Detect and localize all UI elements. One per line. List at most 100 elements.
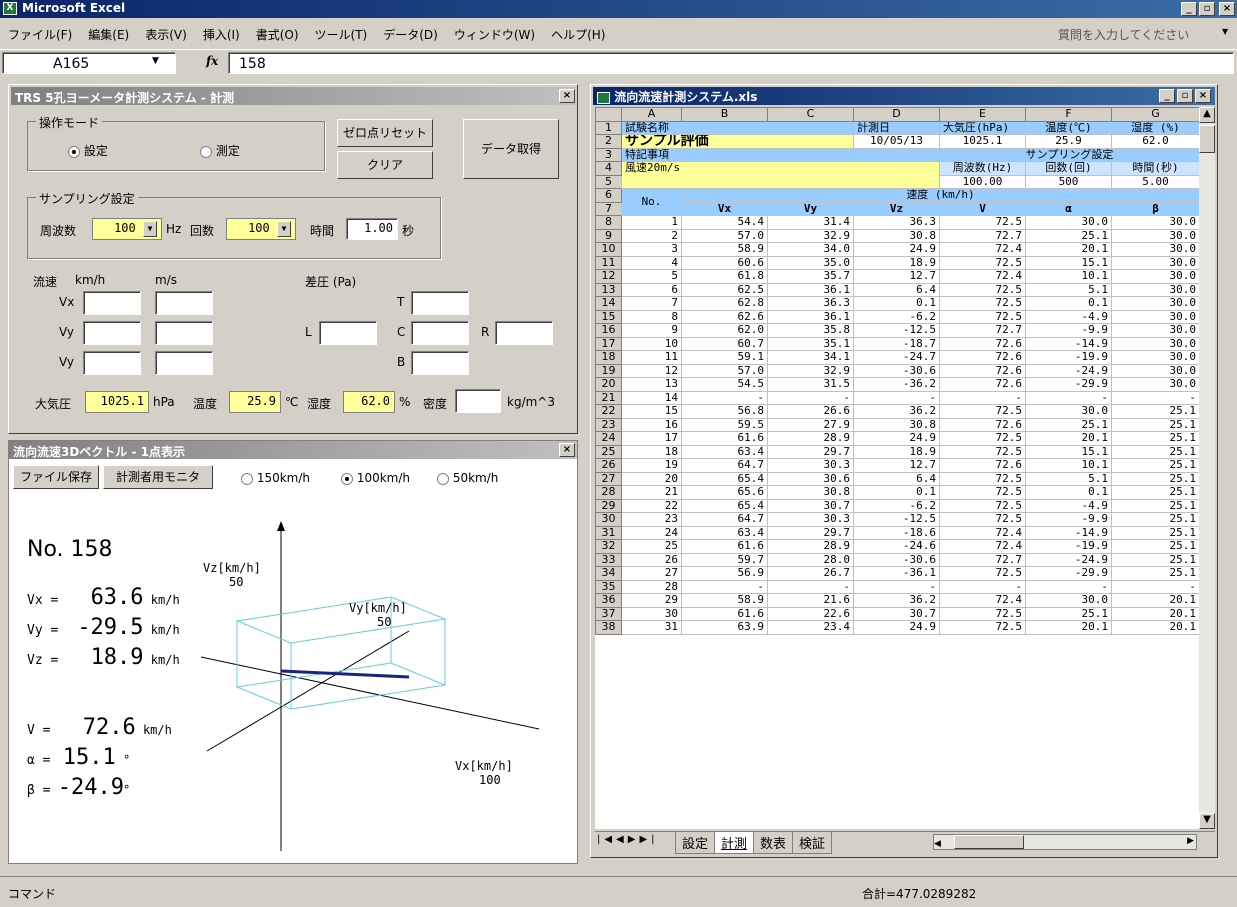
table-cell[interactable]: 72.4 [939, 242, 1026, 257]
row-header[interactable]: 30 [595, 512, 622, 527]
cell-freq-label[interactable]: 周波数(Hz) [939, 161, 1026, 176]
table-cell[interactable]: 30.3 [767, 512, 854, 527]
table-cell[interactable]: 26.7 [767, 566, 854, 581]
table-cell[interactable]: 62.8 [681, 296, 768, 311]
table-cell[interactable]: 30.0 [1111, 377, 1199, 392]
wb-close-button[interactable]: × [1195, 89, 1211, 103]
wb-restore-button[interactable]: ▫ [1177, 89, 1193, 103]
row-header[interactable]: 14 [595, 296, 622, 311]
chevron-down-icon[interactable]: ▼ [143, 220, 157, 237]
vy-kmh-field[interactable] [83, 321, 141, 345]
menu-item[interactable]: データ(D) [383, 26, 438, 43]
save-file-button[interactable]: ファイル保存 [13, 465, 99, 489]
table-cell[interactable]: 20.1 [1025, 431, 1112, 446]
menu-item[interactable]: ファイル(F) [8, 26, 72, 43]
row-header[interactable]: 33 [595, 552, 622, 567]
column-header[interactable]: B [681, 107, 768, 122]
table-cell[interactable]: 35.1 [767, 336, 854, 351]
table-cell[interactable]: 25.1 [1111, 498, 1199, 513]
table-cell[interactable]: 30.6 [767, 471, 854, 486]
temp-field[interactable]: 25.9 [229, 391, 281, 413]
cell-humid-label[interactable]: 湿度 (%) [1111, 120, 1199, 135]
table-cell[interactable]: 24.9 [853, 431, 940, 446]
menu-item[interactable]: ウィンドウ(W) [454, 26, 535, 43]
table-cell[interactable]: 15.1 [1025, 255, 1112, 270]
row-header[interactable]: 16 [595, 323, 622, 338]
row-header[interactable]: 36 [595, 593, 622, 608]
cell-no-label[interactable]: No. [621, 188, 682, 216]
table-cell[interactable]: 72.7 [939, 228, 1026, 243]
table-cell[interactable]: 9 [621, 323, 682, 338]
table-cell[interactable]: - [939, 390, 1026, 405]
table-cell[interactable]: -4.9 [1025, 498, 1112, 513]
table-cell[interactable]: 25.1 [1111, 512, 1199, 527]
row-header[interactable]: 10 [595, 242, 622, 257]
table-cell[interactable]: -36.2 [853, 377, 940, 392]
table-cell[interactable]: 10 [621, 336, 682, 351]
table-cell[interactable]: 35.8 [767, 323, 854, 338]
table-cell[interactable]: 59.1 [681, 350, 768, 365]
table-cell[interactable]: 56.9 [681, 566, 768, 581]
speed-column-label[interactable]: Vz [853, 201, 940, 216]
hscroll-thumb[interactable] [954, 835, 1024, 849]
table-cell[interactable]: 25.1 [1025, 606, 1112, 621]
restore-button[interactable]: ▫ [1199, 2, 1215, 16]
row-header[interactable]: 24 [595, 431, 622, 446]
row-header[interactable]: 18 [595, 350, 622, 365]
table-cell[interactable]: 5.1 [1025, 471, 1112, 486]
row-header[interactable]: 31 [595, 525, 622, 540]
column-header[interactable]: F [1025, 107, 1112, 122]
row-header[interactable]: 19 [595, 363, 622, 378]
table-cell[interactable]: 72.5 [939, 512, 1026, 527]
zero-reset-button[interactable]: ゼロ点リセット [337, 119, 433, 147]
speed-column-label[interactable]: V [939, 201, 1026, 216]
table-cell[interactable]: 26 [621, 552, 682, 567]
table-cell[interactable]: 14 [621, 390, 682, 405]
table-cell[interactable]: 25.1 [1111, 566, 1199, 581]
table-cell[interactable]: 15 [621, 404, 682, 419]
cell-count[interactable]: 500 [1025, 174, 1112, 189]
table-cell[interactable]: 36.3 [853, 215, 940, 230]
table-cell[interactable]: 54.4 [681, 215, 768, 230]
cell-test-name[interactable]: サンプル評価 [621, 134, 854, 149]
table-cell[interactable]: 72.5 [939, 215, 1026, 230]
table-cell[interactable]: -6.2 [853, 309, 940, 324]
row-header[interactable]: 27 [595, 471, 622, 486]
table-cell[interactable]: 72.6 [939, 363, 1026, 378]
tab-2[interactable]: 数表 [753, 832, 794, 854]
table-cell[interactable]: 29.7 [767, 525, 854, 540]
table-cell[interactable]: 25.1 [1025, 228, 1112, 243]
row-header[interactable]: 9 [595, 228, 622, 243]
table-cell[interactable]: 72.5 [939, 566, 1026, 581]
cell-notes-label[interactable]: 特記事項 [621, 147, 940, 162]
table-cell[interactable]: -36.1 [853, 566, 940, 581]
l-field[interactable] [319, 321, 377, 345]
table-cell[interactable]: 5 [621, 269, 682, 284]
row-header[interactable]: 38 [595, 620, 622, 635]
table-cell[interactable]: 61.6 [681, 431, 768, 446]
table-cell[interactable]: 30 [621, 606, 682, 621]
table-cell[interactable]: - [767, 579, 854, 594]
menu-item[interactable]: 表示(V) [145, 26, 187, 43]
table-cell[interactable]: -30.6 [853, 363, 940, 378]
help-search-box[interactable]: 質問を入力してください [1058, 26, 1189, 43]
row-header[interactable]: 21 [595, 390, 622, 405]
c-field[interactable] [411, 321, 469, 345]
table-cell[interactable]: 30.0 [1025, 593, 1112, 608]
table-cell[interactable]: 20.1 [1025, 242, 1112, 257]
table-cell[interactable]: -30.6 [853, 552, 940, 567]
cell-temp[interactable]: 25.9 [1025, 134, 1112, 149]
vertical-scrollbar[interactable]: ▲ ▼ [1199, 107, 1215, 829]
table-cell[interactable]: 63.4 [681, 525, 768, 540]
table-cell[interactable]: -18.6 [853, 525, 940, 540]
table-cell[interactable]: 30.0 [1111, 228, 1199, 243]
table-cell[interactable]: 25.1 [1111, 404, 1199, 419]
table-cell[interactable]: 57.0 [681, 363, 768, 378]
table-cell[interactable]: 30.0 [1025, 404, 1112, 419]
range-100-radio[interactable]: 100km/h [341, 471, 410, 485]
cell-pressure-label[interactable]: 大気圧(hPa) [939, 120, 1026, 135]
table-cell[interactable]: 32.9 [767, 228, 854, 243]
table-cell[interactable]: 30.0 [1111, 336, 1199, 351]
table-cell[interactable]: -29.9 [1025, 566, 1112, 581]
vz-kmh-field[interactable] [83, 351, 141, 375]
